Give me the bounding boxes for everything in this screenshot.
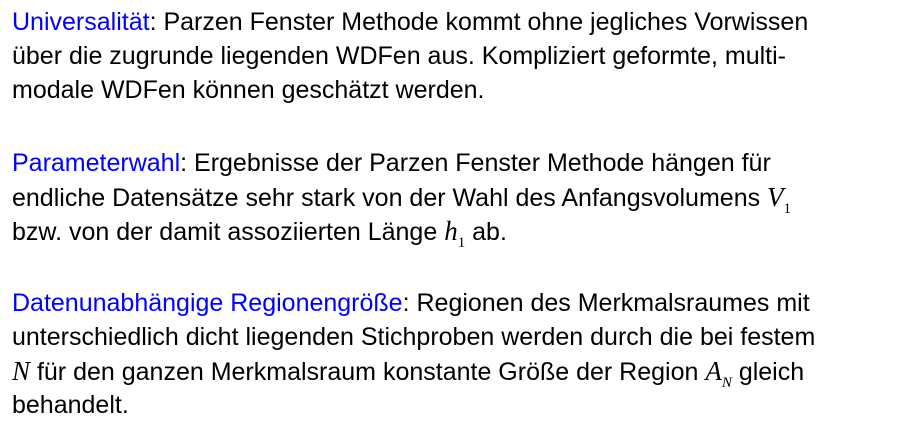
text-segment: gleich: [731, 358, 805, 386]
math-symbol-v: V1: [767, 182, 791, 217]
section-universalitaet: Universalität: Parzen Fenster Methode ko…: [12, 5, 912, 107]
text-line: N für den ganzen Merkmalsraum konstante …: [12, 354, 912, 391]
text-line: Universalität: Parzen Fenster Methode ko…: [12, 5, 912, 39]
math-subscript: N: [721, 375, 732, 391]
text-line: Datenunabhängige Regionengröße: Regionen…: [12, 286, 912, 320]
math-subscript: 1: [457, 235, 466, 251]
section-datenunabhaengige-regionengroesse: Datenunabhängige Regionengröße: Regionen…: [12, 286, 912, 422]
text-segment: endliche Datensätze sehr stark von der W…: [12, 184, 768, 212]
term-parameterwahl: Parameterwahl: [12, 149, 181, 177]
math-symbol-n: N: [12, 356, 31, 386]
math-symbol-a: AN: [705, 356, 732, 391]
math-symbol-h: h1: [444, 216, 465, 251]
math-var: V: [767, 182, 784, 212]
text-segment: : Ergebnisse der Parzen Fenster Methode …: [180, 149, 771, 177]
math-var: h: [444, 216, 458, 246]
text-line: endliche Datensätze sehr stark von der W…: [12, 180, 912, 217]
math-subscript: 1: [783, 201, 792, 217]
term-universalitaet: Universalität: [12, 8, 150, 36]
section-parameterwahl: Parameterwahl: Ergebnisse der Parzen Fen…: [12, 146, 912, 251]
term-datenunabhaengige-regionengroesse: Datenunabhängige Regionengröße: [12, 289, 403, 317]
text-line: über die zugrunde liegenden WDFen aus. K…: [12, 42, 786, 70]
text-segment: : Regionen des Merkmalsraumes mit: [402, 289, 810, 317]
text-line: Parameterwahl: Ergebnisse der Parzen Fen…: [12, 146, 912, 180]
text-line: unterschiedlich dicht liegenden Stichpro…: [12, 323, 816, 351]
text-segment: : Parzen Fenster Methode kommt ohne jegl…: [149, 8, 809, 36]
text-line: bzw. von der damit assoziierten Länge h1…: [12, 214, 912, 251]
text-line: behandelt.: [12, 391, 129, 419]
math-var: A: [705, 356, 722, 386]
text-line: modale WDFen können geschätzt werden.: [12, 76, 485, 104]
text-segment: bzw. von der damit assoziierten Länge: [12, 218, 445, 246]
text-segment: ab.: [465, 218, 507, 246]
text-segment: für den ganzen Merkmalsraum konstante Gr…: [30, 358, 706, 386]
